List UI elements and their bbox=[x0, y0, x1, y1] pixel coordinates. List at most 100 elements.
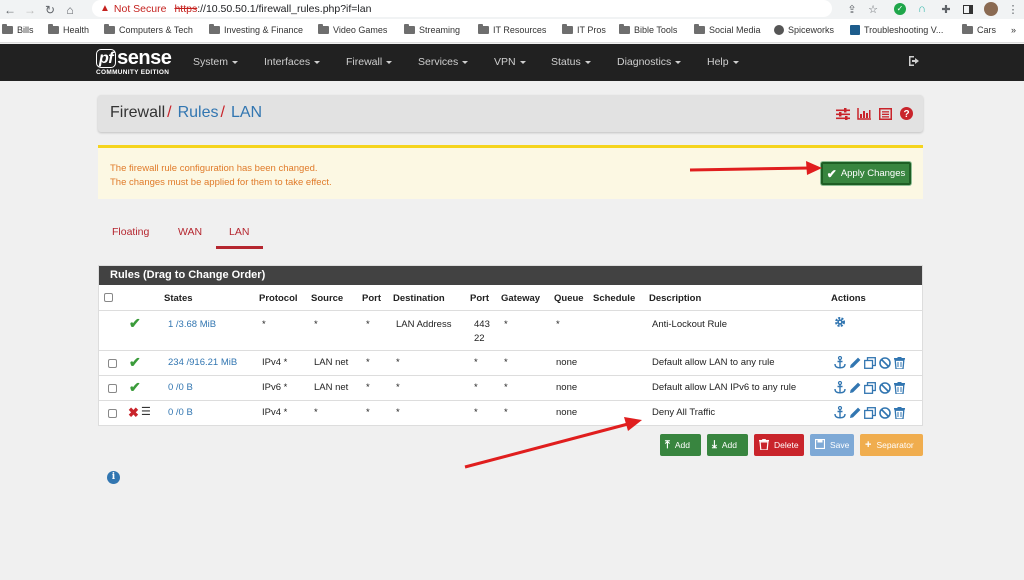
extension-arc-icon[interactable]: ∩ bbox=[915, 2, 929, 16]
share-icon[interactable]: ⇪ bbox=[845, 2, 859, 16]
header-schedule[interactable]: Schedule bbox=[593, 293, 635, 304]
header-description[interactable]: Description bbox=[649, 293, 701, 304]
add-bottom-button[interactable]: ⤓ Add bbox=[707, 434, 748, 456]
row-actions bbox=[834, 406, 905, 419]
row-checkbox[interactable] bbox=[108, 359, 117, 368]
sidebar-icon[interactable] bbox=[961, 2, 975, 16]
copy-icon[interactable] bbox=[864, 381, 876, 394]
pencil-icon[interactable] bbox=[849, 407, 861, 419]
gear-icon[interactable] bbox=[834, 316, 846, 328]
star-icon[interactable]: ☆ bbox=[866, 2, 880, 16]
row-states[interactable]: 0 /0 B bbox=[168, 382, 193, 393]
copy-icon[interactable] bbox=[864, 406, 876, 419]
header-source[interactable]: Source bbox=[311, 293, 343, 304]
folder-icon bbox=[962, 24, 973, 34]
header-states[interactable]: States bbox=[164, 293, 193, 304]
tab-lan[interactable]: LAN bbox=[229, 226, 249, 238]
menu-help[interactable]: Help bbox=[707, 56, 739, 68]
apply-changes-button[interactable]: ✔ Apply Changes bbox=[821, 162, 911, 185]
menu-diagnostics[interactable]: Diagnostics bbox=[617, 56, 682, 68]
copy-icon[interactable] bbox=[864, 356, 876, 369]
menu-vpn[interactable]: VPN bbox=[494, 56, 526, 68]
menu-firewall[interactable]: Firewall bbox=[346, 56, 393, 68]
bookmark-streaming[interactable]: Streaming bbox=[404, 24, 460, 35]
tab-floating[interactable]: Floating bbox=[112, 226, 149, 238]
bookmark-health[interactable]: Health bbox=[48, 24, 89, 35]
home-icon[interactable]: ⌂ bbox=[60, 0, 80, 19]
trash-icon[interactable] bbox=[894, 406, 905, 419]
bookmark-bible-tools[interactable]: Bible Tools bbox=[619, 24, 677, 35]
security-label[interactable]: Not Secure bbox=[114, 3, 167, 15]
tab-wan[interactable]: WAN bbox=[178, 226, 202, 238]
bookmark-social-media[interactable]: Social Media bbox=[694, 24, 761, 35]
sliders-icon[interactable] bbox=[836, 107, 850, 120]
pfsense-logo[interactable]: pf sense COMMUNITY EDITION bbox=[96, 47, 172, 76]
table-row[interactable]: ✔ 1 /3.68 MiB * * * LAN Address 443 22 *… bbox=[99, 310, 922, 350]
logout-icon[interactable] bbox=[908, 55, 922, 70]
disable-icon[interactable] bbox=[879, 406, 891, 419]
bookmarks-overflow[interactable]: » bbox=[1011, 25, 1016, 35]
row-states[interactable]: 1 /3.68 MiB bbox=[168, 319, 216, 330]
pencil-icon[interactable] bbox=[849, 357, 861, 369]
row-states[interactable]: 234 /916.21 MiB bbox=[168, 357, 237, 368]
kebab-menu-icon[interactable]: ⋮ bbox=[1006, 2, 1020, 16]
bookmark-it-resources[interactable]: IT Resources bbox=[478, 24, 546, 35]
row-checkbox[interactable] bbox=[108, 384, 117, 393]
bookmark-troubleshooting[interactable]: Troubleshooting V... bbox=[850, 25, 943, 35]
breadcrumb: Firewall / Rules / LAN ? bbox=[98, 95, 923, 132]
anchor-icon[interactable] bbox=[834, 356, 846, 369]
log-list-icon[interactable] bbox=[878, 107, 892, 120]
header-protocol[interactable]: Protocol bbox=[259, 293, 298, 304]
select-all-checkbox[interactable] bbox=[104, 293, 113, 302]
row-dest-port: 443 bbox=[474, 319, 490, 330]
url-scheme: https bbox=[174, 2, 198, 15]
row-states[interactable]: 0 /0 B bbox=[168, 407, 193, 418]
back-icon[interactable]: ← bbox=[0, 0, 20, 19]
header-queue[interactable]: Queue bbox=[554, 293, 584, 304]
header-dest-port[interactable]: Port bbox=[470, 293, 489, 304]
bookmarks-bar: Bills Health Computers & Tech Investing … bbox=[0, 19, 1024, 43]
save-button[interactable]: Save bbox=[810, 434, 854, 456]
header-destination[interactable]: Destination bbox=[393, 293, 445, 304]
disable-icon[interactable] bbox=[879, 381, 891, 394]
header-port[interactable]: Port bbox=[362, 293, 381, 304]
row-dest-port: * bbox=[474, 357, 478, 368]
bookmark-computers[interactable]: Computers & Tech bbox=[104, 24, 193, 35]
header-actions: Actions bbox=[831, 293, 866, 304]
anchor-icon[interactable] bbox=[834, 406, 846, 419]
chart-icon[interactable] bbox=[857, 107, 871, 120]
menu-services[interactable]: Services bbox=[418, 56, 469, 68]
delete-button[interactable]: Delete bbox=[754, 434, 804, 456]
trash-icon[interactable] bbox=[894, 356, 905, 369]
bookmark-it-pros[interactable]: IT Pros bbox=[562, 24, 606, 35]
avatar[interactable] bbox=[984, 2, 998, 16]
info-icon[interactable]: i bbox=[107, 471, 120, 484]
row-checkbox[interactable] bbox=[108, 409, 117, 418]
puzzle-icon[interactable]: ✚ bbox=[939, 2, 953, 16]
pencil-icon[interactable] bbox=[849, 382, 861, 394]
table-row[interactable]: ✔ 0 /0 B IPv6 * LAN net * * * * none Def… bbox=[99, 375, 922, 400]
address-bar[interactable]: ▲ Not Secure https://10.50.50.1/firewall… bbox=[92, 0, 832, 17]
breadcrumb-lan-link[interactable]: LAN bbox=[231, 104, 262, 121]
table-row[interactable]: ✔ 234 /916.21 MiB IPv4 * LAN net * * * *… bbox=[99, 350, 922, 375]
bookmark-spiceworks[interactable]: Spiceworks bbox=[774, 25, 834, 35]
header-gateway[interactable]: Gateway bbox=[501, 293, 540, 304]
reload-icon[interactable]: ↻ bbox=[40, 0, 60, 19]
trash-icon[interactable] bbox=[894, 381, 905, 394]
menu-status[interactable]: Status bbox=[551, 56, 591, 68]
breadcrumb-rules-link[interactable]: Rules bbox=[178, 104, 219, 121]
bookmark-investing[interactable]: Investing & Finance bbox=[209, 24, 303, 35]
anchor-icon[interactable] bbox=[834, 381, 846, 394]
extension-check-icon[interactable]: ✓ bbox=[893, 2, 907, 16]
menu-interfaces[interactable]: Interfaces bbox=[264, 56, 321, 68]
separator-button[interactable]: + Separator bbox=[860, 434, 923, 456]
help-icon[interactable]: ? bbox=[899, 107, 913, 120]
add-top-button[interactable]: ⤒ Add bbox=[660, 434, 701, 456]
disable-icon[interactable] bbox=[879, 356, 891, 369]
bookmark-cars[interactable]: Cars bbox=[962, 24, 996, 35]
menu-system[interactable]: System bbox=[193, 56, 239, 68]
forward-icon[interactable]: → bbox=[20, 0, 40, 19]
bookmark-video-games[interactable]: Video Games bbox=[318, 24, 387, 35]
bookmark-bills[interactable]: Bills bbox=[2, 24, 34, 35]
table-row[interactable]: ✖ ☰ 0 /0 B IPv4 * * * * * * none Deny Al… bbox=[99, 400, 922, 426]
